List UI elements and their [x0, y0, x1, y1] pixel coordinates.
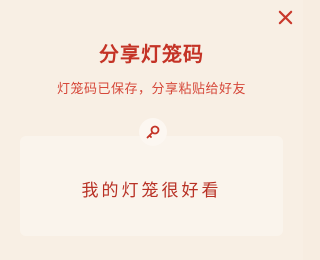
key-icon — [146, 125, 160, 139]
dialog-subtitle: 灯笼码已保存，分享粘贴给好友 — [56, 82, 246, 97]
close-button[interactable] — [274, 6, 296, 28]
lantern-code-text: 我的灯笼很好看 — [81, 181, 222, 201]
key-badge — [139, 118, 167, 146]
share-lantern-code-dialog: 分享灯笼码 灯笼码已保存，分享粘贴给好友 我的灯笼很好看 — [0, 0, 303, 260]
dialog-title: 分享灯笼码 — [99, 42, 204, 66]
close-icon — [278, 10, 292, 24]
